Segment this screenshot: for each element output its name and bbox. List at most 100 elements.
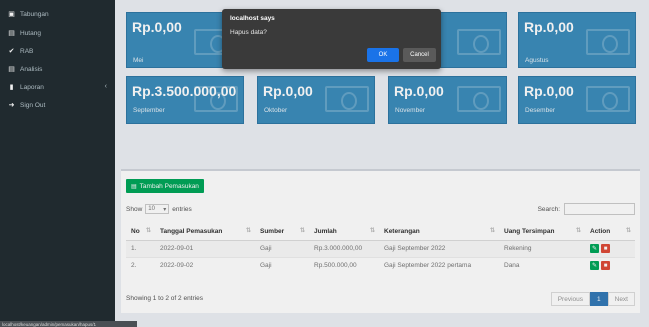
chart-icon: ▤: [8, 66, 15, 73]
search-box: Search:: [538, 203, 635, 215]
sort-icon: ⇅: [299, 228, 305, 234]
money-icon: [194, 86, 238, 112]
chevron-down-icon: ▾: [163, 206, 167, 213]
month-card-oktober: Rp.0,00 Oktober: [257, 76, 375, 124]
table-row: 1. 2022-09-01 Gaji Rp.3.000.000,00 Gaji …: [126, 239, 635, 257]
cell-tanggal: 2022-09-01: [155, 239, 255, 257]
pagination-next[interactable]: Next: [607, 292, 635, 306]
card-month: Agustus: [525, 57, 549, 64]
add-pemasukan-button[interactable]: ▤ Tambah Pemasukan: [126, 179, 204, 193]
pagination-previous[interactable]: Previous: [550, 292, 590, 306]
column-header-sumber[interactable]: Sumber ⇅: [255, 223, 309, 241]
column-header-jumlah[interactable]: Jumlah ⇅: [309, 223, 379, 241]
sidebar-item-label: Sign Out: [20, 101, 46, 109]
book-icon: ▮: [9, 84, 14, 91]
confirm-dialog: localhost says Hapus data? OK Cancel: [222, 9, 441, 69]
sidebar-item-laporan[interactable]: ▮ Laporan ‹: [0, 79, 115, 95]
entries-select[interactable]: 10 ▾: [145, 204, 170, 214]
sort-icon: ⇅: [369, 228, 375, 234]
table-row: 2. 2022-09-02 Gaji Rp.500.000,00 Gaji Se…: [126, 256, 635, 274]
money-icon: ▤: [8, 30, 15, 37]
ok-button[interactable]: OK: [367, 48, 399, 62]
trash-icon[interactable]: ■: [601, 261, 610, 271]
card-month: September: [133, 107, 165, 114]
card-month: Mei: [133, 57, 144, 64]
entries-length: Show 10 ▾ entries: [126, 204, 192, 214]
cell-jumlah: Rp.3.000.000,00: [309, 239, 379, 257]
cell-no: 2.: [126, 256, 155, 274]
pemasukan-table: No ⇅ Tanggal Pemasukan ⇅ Sumber ⇅ Jumlah ⇅ K…: [126, 223, 635, 274]
cell-sumber: Gaji: [255, 256, 309, 274]
table-header-row: No ⇅ Tanggal Pemasukan ⇅ Sumber ⇅ Jumlah ⇅ K…: [126, 223, 635, 241]
money-icon: ▤: [131, 183, 137, 190]
money-icon: [325, 86, 369, 112]
column-header-keterangan[interactable]: Keterangan ⇅: [379, 223, 499, 241]
card-month: November: [395, 107, 425, 114]
sidebar: ▣ Tabungan ▤ Hutang ✔ RAB ▤ Analisis ▮ L…: [0, 0, 115, 327]
search-input[interactable]: [564, 203, 635, 215]
pemasukan-panel: ▤ Tambah Pemasukan Show 10 ▾ entries Sea…: [121, 169, 640, 313]
cell-keterangan: Gaji September 2022 pertama: [379, 256, 499, 274]
search-label: Search:: [537, 205, 560, 213]
bank-icon: ▣: [8, 11, 15, 18]
cell-sumber: Gaji: [255, 239, 309, 257]
sidebar-item-label: Hutang: [20, 29, 41, 37]
cell-uang-tersimpan: Rekening: [499, 239, 585, 257]
show-label: Show: [126, 205, 143, 213]
money-icon: [586, 86, 630, 112]
month-card-agustus: Rp.0,00 Agustus: [518, 12, 636, 68]
card-month: Oktober: [264, 107, 288, 114]
sidebar-item-hutang[interactable]: ▤ Hutang: [0, 25, 115, 41]
status-bar-url: localhost/keuangan/admin/pemasukan/hapus…: [0, 321, 137, 327]
entries-select-value: 10: [148, 206, 155, 212]
month-card-desember: Rp.0,00 Desember: [518, 76, 636, 124]
pagination-page-1[interactable]: 1: [590, 292, 608, 306]
chevron-left-icon: ‹: [104, 83, 107, 90]
sidebar-item-label: Analisis: [20, 65, 43, 73]
cancel-button[interactable]: Cancel: [403, 48, 436, 62]
dialog-title: localhost says: [230, 15, 275, 22]
card-amount: Rp.0,00: [524, 83, 574, 99]
column-header-no[interactable]: No ⇅: [126, 223, 155, 241]
money-icon: [457, 29, 501, 55]
column-header-action[interactable]: Action ⇅: [585, 223, 635, 241]
sort-icon: ⇅: [489, 228, 495, 234]
dialog-message: Hapus data?: [230, 29, 267, 36]
entries-label: entries: [172, 205, 192, 213]
card-amount: Rp.0,00: [524, 19, 574, 35]
cell-uang-tersimpan: Dana: [499, 256, 585, 274]
cell-no: 1.: [126, 239, 155, 257]
month-card-september: Rp.3.500.000,00 September: [126, 76, 244, 124]
cell-tanggal: 2022-09-02: [155, 256, 255, 274]
sidebar-item-label: Tabungan: [20, 10, 49, 18]
sort-icon: ⇅: [575, 228, 581, 234]
sort-icon: ⇅: [625, 228, 631, 234]
month-card-november: Rp.0,00 November: [388, 76, 507, 124]
table-info: Showing 1 to 2 of 2 entries: [126, 295, 203, 302]
card-amount: Rp.0,00: [132, 19, 182, 35]
sidebar-item-label: Laporan: [20, 83, 44, 91]
card-month: Desember: [525, 107, 555, 114]
cell-action: ✎ ■: [585, 239, 635, 257]
sidebar-item-analisis[interactable]: ▤ Analisis: [0, 61, 115, 77]
cell-action: ✎ ■: [585, 256, 635, 274]
card-amount: Rp.0,00: [263, 83, 313, 99]
column-header-tanggal[interactable]: Tanggal Pemasukan ⇅: [155, 223, 255, 241]
sort-icon: ⇅: [145, 228, 151, 234]
sidebar-item-sign-out[interactable]: ➜ Sign Out: [0, 97, 115, 113]
money-icon: [586, 29, 630, 55]
sort-icon: ⇅: [245, 228, 251, 234]
column-header-uang-tersimpan[interactable]: Uang Tersimpan ⇅: [499, 223, 585, 241]
card-amount: Rp.0,00: [394, 83, 444, 99]
sidebar-item-label: RAB: [20, 47, 34, 55]
sidebar-item-rab[interactable]: ✔ RAB: [0, 43, 115, 59]
money-icon: [457, 86, 501, 112]
edit-icon[interactable]: ✎: [590, 261, 599, 271]
cell-keterangan: Gaji September 2022: [379, 239, 499, 257]
pagination: Previous 1 Next: [550, 292, 635, 306]
trash-icon[interactable]: ■: [601, 244, 610, 253]
sidebar-item-tabungan[interactable]: ▣ Tabungan: [0, 6, 115, 22]
sign-out-icon: ➜: [8, 102, 15, 109]
edit-icon[interactable]: ✎: [590, 244, 599, 253]
add-pemasukan-label: Tambah Pemasukan: [139, 182, 199, 190]
